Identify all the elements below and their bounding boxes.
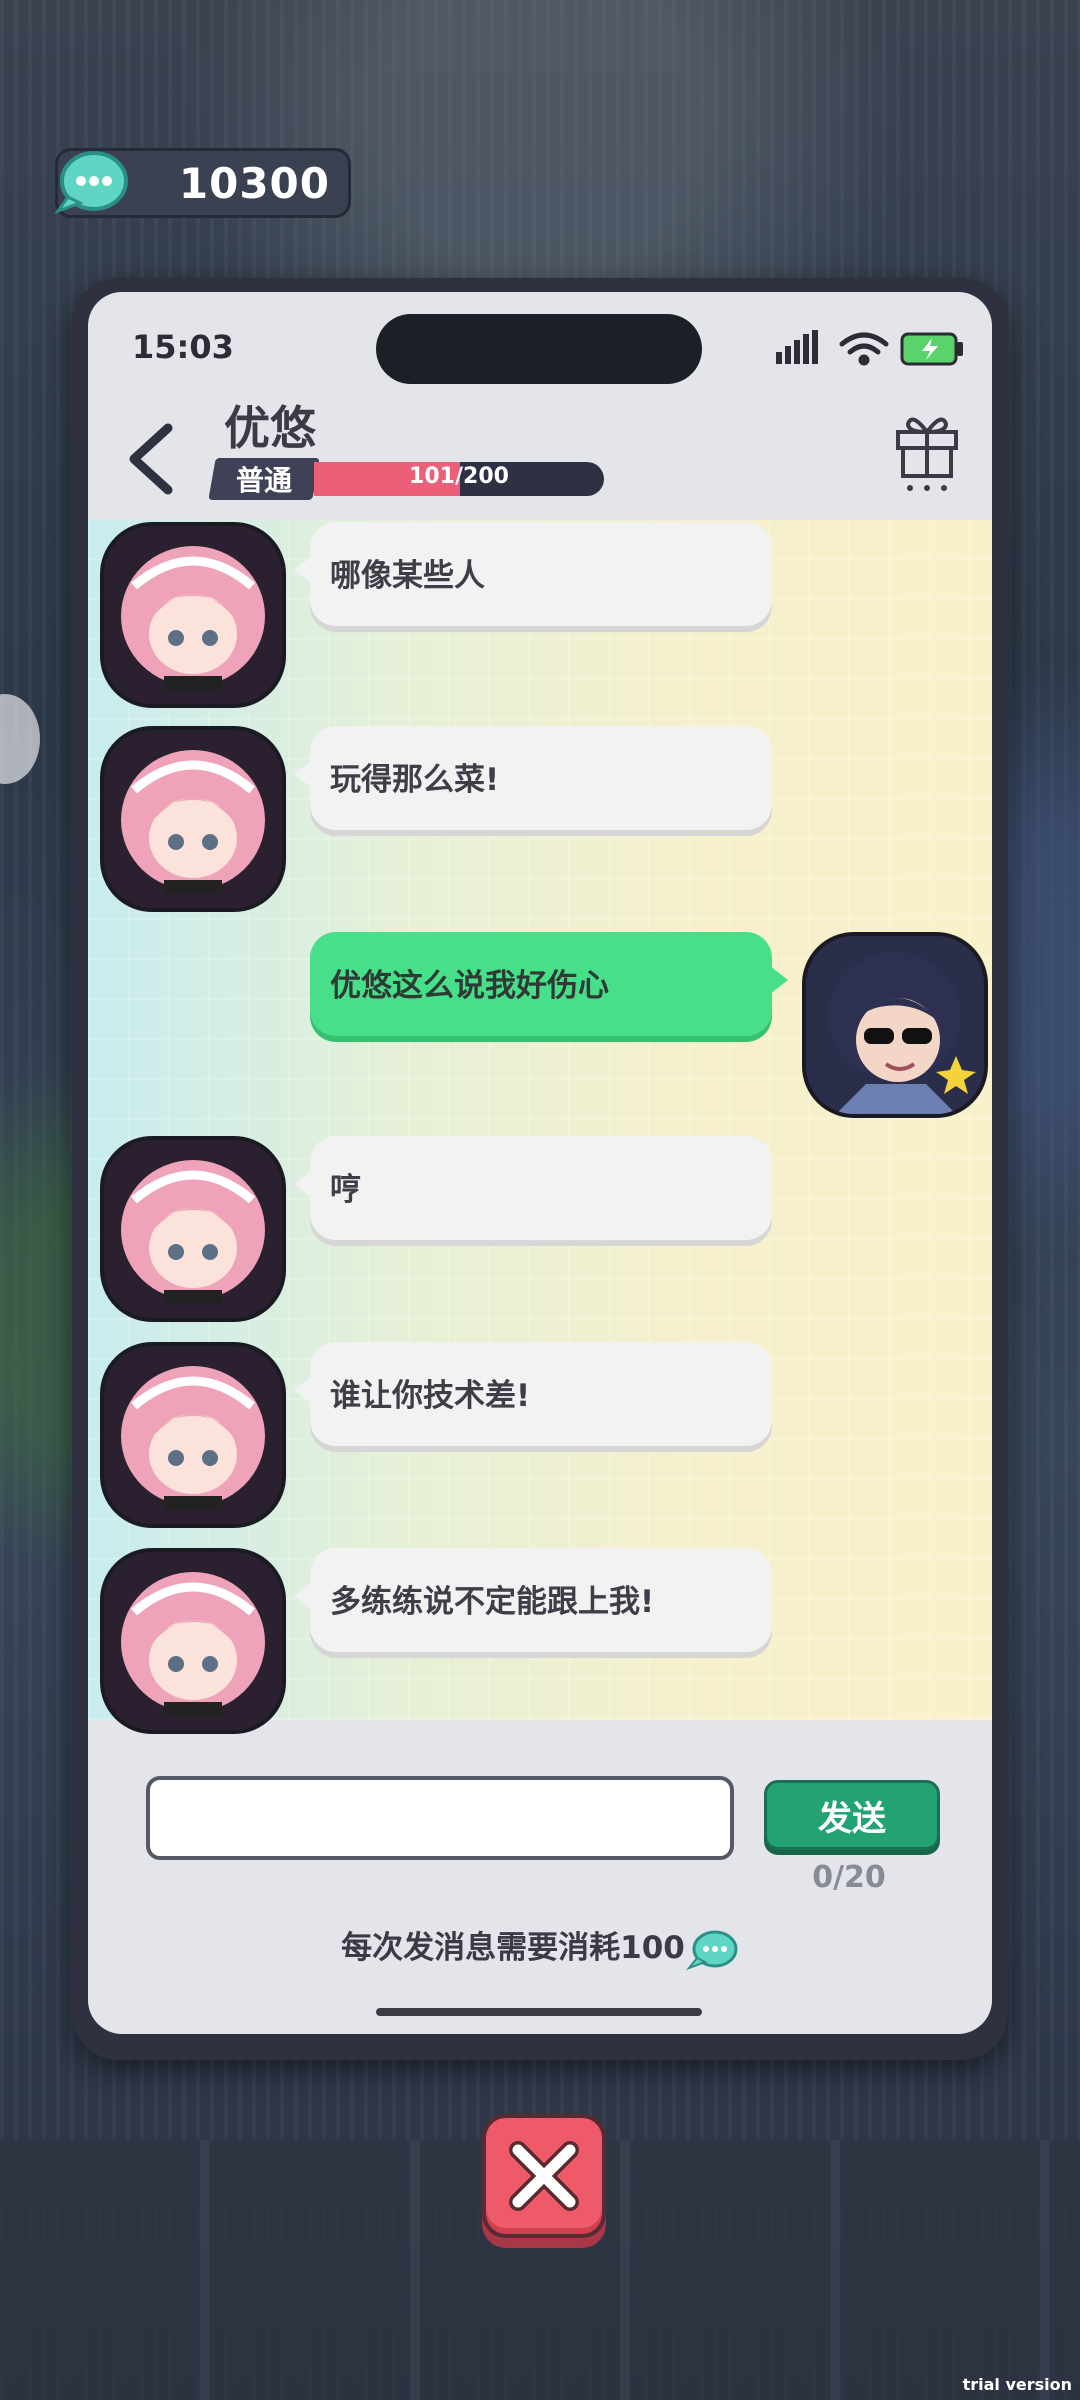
chat-bubble-coin-icon [685,1930,738,1970]
phone-frame: 15:03 优悠 普通 101/200 哪像某些人 玩得那么菜! 优悠这么说我好… [72,278,1008,2060]
status-icons [776,330,963,366]
contact-avatar[interactable] [100,1342,286,1528]
rank-label: 普通 [235,464,292,497]
sunglasses-boy-avatar [806,936,984,1114]
close-x-icon [509,2141,579,2211]
message-bubble-contact: 哼 [294,1136,772,1240]
contact-avatar[interactable] [100,522,286,708]
trial-watermark: trial version [962,2375,1072,2394]
contact-name: 优悠 [224,401,316,455]
pink-hair-girl-avatar [104,526,282,704]
battery-icon [900,332,963,366]
message-bubble-user: 优悠这么说我好伤心 [310,932,788,1036]
home-indicator [376,2008,702,2016]
chat-bubble-coin-icon [54,151,128,215]
signal-icon [776,330,818,364]
affinity-bar: 101/200 [314,462,604,496]
affinity-text: 101/200 [409,464,509,489]
dynamic-island [376,314,702,384]
currency-counter: 10300 [54,148,351,218]
pink-hair-girl-avatar [104,730,282,908]
pink-hair-girl-avatar [104,1346,282,1524]
phone-screen: 15:03 优悠 普通 101/200 哪像某些人 玩得那么菜! 优悠这么说我好… [88,292,992,2034]
relationship-rank-badge: 普通 [208,458,320,500]
pink-hair-girl-avatar [104,1552,282,1730]
character-count: 0/20 [812,1860,886,1895]
status-time: 15:03 [132,328,234,366]
send-button[interactable]: 发送 [764,1780,940,1850]
message-bubble-contact: 谁让你技术差! [294,1342,772,1446]
gift-icon[interactable] [892,406,962,496]
contact-avatar[interactable] [100,726,286,912]
cost-note-text: 每次发消息需要消耗100 [341,1930,685,1966]
message-input[interactable] [146,1776,734,1860]
back-arrow-icon[interactable] [116,414,186,504]
message-bubble-contact: 哪像某些人 [294,522,772,626]
contact-avatar[interactable] [100,1136,286,1322]
currency-amount: 10300 [178,159,330,208]
chat-message-area[interactable]: 哪像某些人 玩得那么菜! 优悠这么说我好伤心 哼 谁让你技术差! 多练练说不定能… [88,520,992,1734]
message-cost-note: 每次发消息需要消耗100 [88,1922,992,1972]
contact-avatar[interactable] [100,1548,286,1734]
message-bubble-contact: 多练练说不定能跟上我! [294,1548,772,1652]
wifi-icon [839,332,889,366]
pink-hair-girl-avatar [104,1140,282,1318]
close-button[interactable] [482,2114,606,2238]
message-bubble-contact: 玩得那么菜! [294,726,772,830]
user-avatar[interactable] [802,932,988,1118]
